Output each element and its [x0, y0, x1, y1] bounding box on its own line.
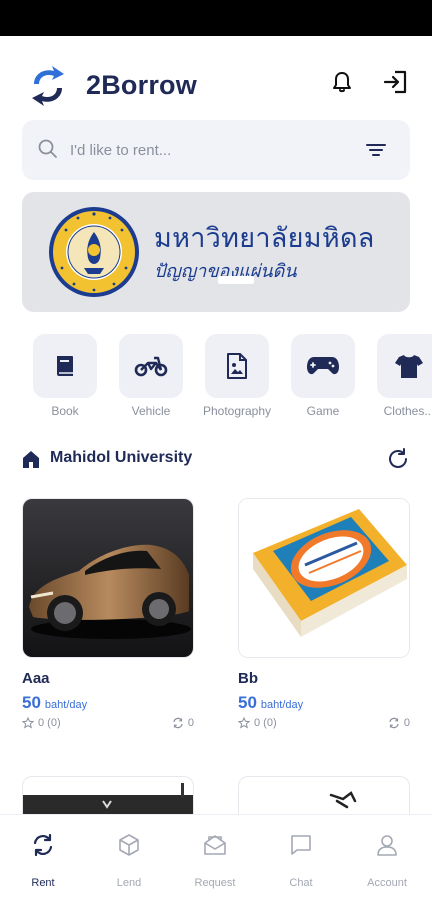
- category-list: Book Vehicle Photography Game Clothes...: [0, 334, 432, 424]
- item-meta: 0 (0) 0: [238, 717, 410, 729]
- category-game[interactable]: Game: [281, 334, 365, 418]
- search-bar[interactable]: [22, 120, 410, 180]
- refresh-icon[interactable]: [386, 447, 410, 471]
- category-label: Book: [51, 404, 79, 418]
- item-price: 50 baht/day: [238, 693, 410, 713]
- item-rentals: 0: [187, 717, 194, 729]
- category-tile: [377, 334, 432, 398]
- category-label: Photography: [202, 404, 272, 418]
- category-label: Vehicle: [131, 404, 171, 418]
- category-tile: [119, 334, 183, 398]
- nav-lend[interactable]: Lend: [86, 815, 172, 900]
- box-icon: [119, 834, 139, 856]
- item-title: Aaa: [22, 670, 50, 687]
- chat-bubble-icon: [291, 835, 311, 855]
- university-seal-logo: [49, 207, 139, 297]
- banner-title: มหาวิทยาลัยมหิดล: [154, 223, 375, 254]
- nav-account[interactable]: Account: [344, 815, 430, 900]
- item-card[interactable]: [238, 776, 410, 816]
- notification-button[interactable]: [326, 66, 358, 98]
- logo-icon: [32, 66, 64, 106]
- category-tile: [291, 334, 355, 398]
- nav-label: Request: [194, 877, 236, 889]
- location-header: Mahidol University: [0, 444, 432, 474]
- bottom-navigation: Rent Lend Request Chat Account: [0, 814, 432, 900]
- home-icon: [23, 451, 39, 468]
- image-file-icon: [227, 353, 247, 379]
- app-header: 2Borrow: [0, 36, 432, 124]
- app-title: 2Borrow: [86, 70, 197, 100]
- nav-chat[interactable]: Chat: [258, 815, 344, 900]
- item-image: [23, 783, 193, 816]
- search-icon: [38, 139, 57, 158]
- price-value: 50: [22, 693, 41, 712]
- rental-count-icon: [173, 717, 183, 729]
- nav-label: Chat: [289, 877, 313, 889]
- item-image: [329, 791, 357, 809]
- item-rentals: 0: [403, 717, 410, 729]
- search-input[interactable]: [70, 134, 350, 166]
- price-unit: baht/day: [260, 699, 304, 711]
- gamepad-icon: [307, 357, 339, 375]
- user-icon: [377, 835, 397, 856]
- item-image: [22, 498, 194, 658]
- category-label: Game: [306, 404, 340, 418]
- star-icon: [238, 717, 250, 729]
- category-clothes[interactable]: Clothes...: [367, 334, 432, 418]
- nav-rent[interactable]: Rent: [0, 815, 86, 900]
- category-photography[interactable]: Photography: [195, 334, 279, 418]
- filter-icon[interactable]: [362, 136, 390, 164]
- rental-count-icon: [389, 717, 399, 729]
- nav-label: Rent: [31, 877, 55, 889]
- mail-open-icon: [204, 835, 226, 855]
- item-card[interactable]: [22, 776, 194, 816]
- location-title: Mahidol University: [50, 449, 193, 466]
- car-image: [23, 499, 193, 657]
- star-icon: [22, 717, 34, 729]
- item-title: Bb: [238, 670, 258, 687]
- category-tile: [33, 334, 97, 398]
- status-bar: [0, 0, 432, 36]
- price-unit: baht/day: [44, 699, 88, 711]
- category-vehicle[interactable]: Vehicle: [109, 334, 193, 418]
- book-cover-image: [239, 499, 409, 657]
- nav-label: Lend: [116, 877, 142, 889]
- item-rating: 0 (0): [38, 717, 61, 729]
- item-card[interactable]: Aaa 50 baht/day 0 (0) 0: [22, 498, 194, 729]
- category-label: Clothes...: [383, 404, 432, 418]
- nav-request[interactable]: Request: [172, 815, 258, 900]
- category-tile: [205, 334, 269, 398]
- motorcycle-icon: [134, 356, 168, 377]
- sync-icon: [33, 833, 53, 857]
- university-banner[interactable]: มหาวิทยาลัยมหิดล ปัญญาของแผ่นดิน: [22, 192, 410, 312]
- bell-icon: [333, 72, 351, 93]
- item-image: [238, 498, 410, 658]
- price-value: 50: [238, 693, 257, 712]
- category-book[interactable]: Book: [23, 334, 107, 418]
- item-card[interactable]: Bb 50 baht/day 0 (0) 0: [238, 498, 410, 729]
- banner-redaction: [218, 276, 254, 284]
- item-price: 50 baht/day: [22, 693, 194, 713]
- shirt-icon: [395, 355, 423, 378]
- login-icon: [383, 70, 407, 94]
- book-icon: [57, 356, 73, 376]
- item-rating: 0 (0): [254, 717, 277, 729]
- login-button[interactable]: [380, 66, 412, 98]
- item-meta: 0 (0) 0: [22, 717, 194, 729]
- nav-label: Account: [367, 877, 407, 889]
